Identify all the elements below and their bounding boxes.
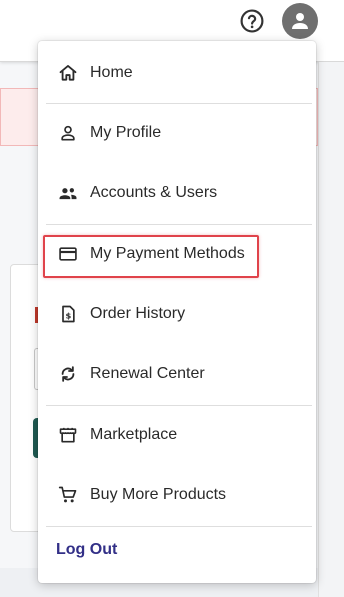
- menu-item-label: Accounts & Users: [90, 184, 218, 201]
- home-icon: [58, 63, 78, 83]
- logout-link[interactable]: Log Out: [56, 541, 117, 559]
- menu-item-home[interactable]: Home: [38, 43, 316, 103]
- svg-text:$: $: [66, 311, 72, 321]
- page-edge: [318, 62, 344, 597]
- menu-item-label: Renewal Center: [90, 365, 205, 382]
- menu-item-label: Marketplace: [90, 426, 178, 443]
- menu-divider: [46, 526, 312, 527]
- highlight-box: [43, 235, 259, 278]
- menu-item-marketplace[interactable]: Marketplace: [38, 405, 316, 465]
- user-dropdown-menu: Home My Profile Accounts & Users My Paym…: [38, 41, 316, 583]
- menu-item-accounts-users[interactable]: Accounts & Users: [38, 163, 316, 223]
- menu-item-label: Buy More Products: [90, 486, 227, 503]
- menu-item-buy-more-products[interactable]: Buy More Products: [38, 465, 316, 525]
- menu-item-order-history[interactable]: $ Order History: [38, 284, 316, 344]
- menu-item-label: Order History: [90, 305, 186, 322]
- help-button[interactable]: [237, 6, 267, 36]
- menu-item-label: Home: [90, 64, 133, 81]
- menu-item-renewal-center[interactable]: Renewal Center: [38, 344, 316, 404]
- people-icon: [58, 183, 78, 203]
- receipt-dollar-icon: $: [58, 304, 78, 324]
- storefront-icon: [58, 425, 78, 445]
- avatar-button[interactable]: [282, 3, 318, 39]
- help-circle-icon: [239, 8, 265, 34]
- person-icon: [58, 123, 78, 143]
- renew-icon: [58, 364, 78, 384]
- menu-item-label: My Profile: [90, 124, 162, 141]
- account-icon: [288, 9, 312, 33]
- menu-item-my-profile[interactable]: My Profile: [38, 103, 316, 163]
- shopping-cart-icon: [58, 485, 78, 505]
